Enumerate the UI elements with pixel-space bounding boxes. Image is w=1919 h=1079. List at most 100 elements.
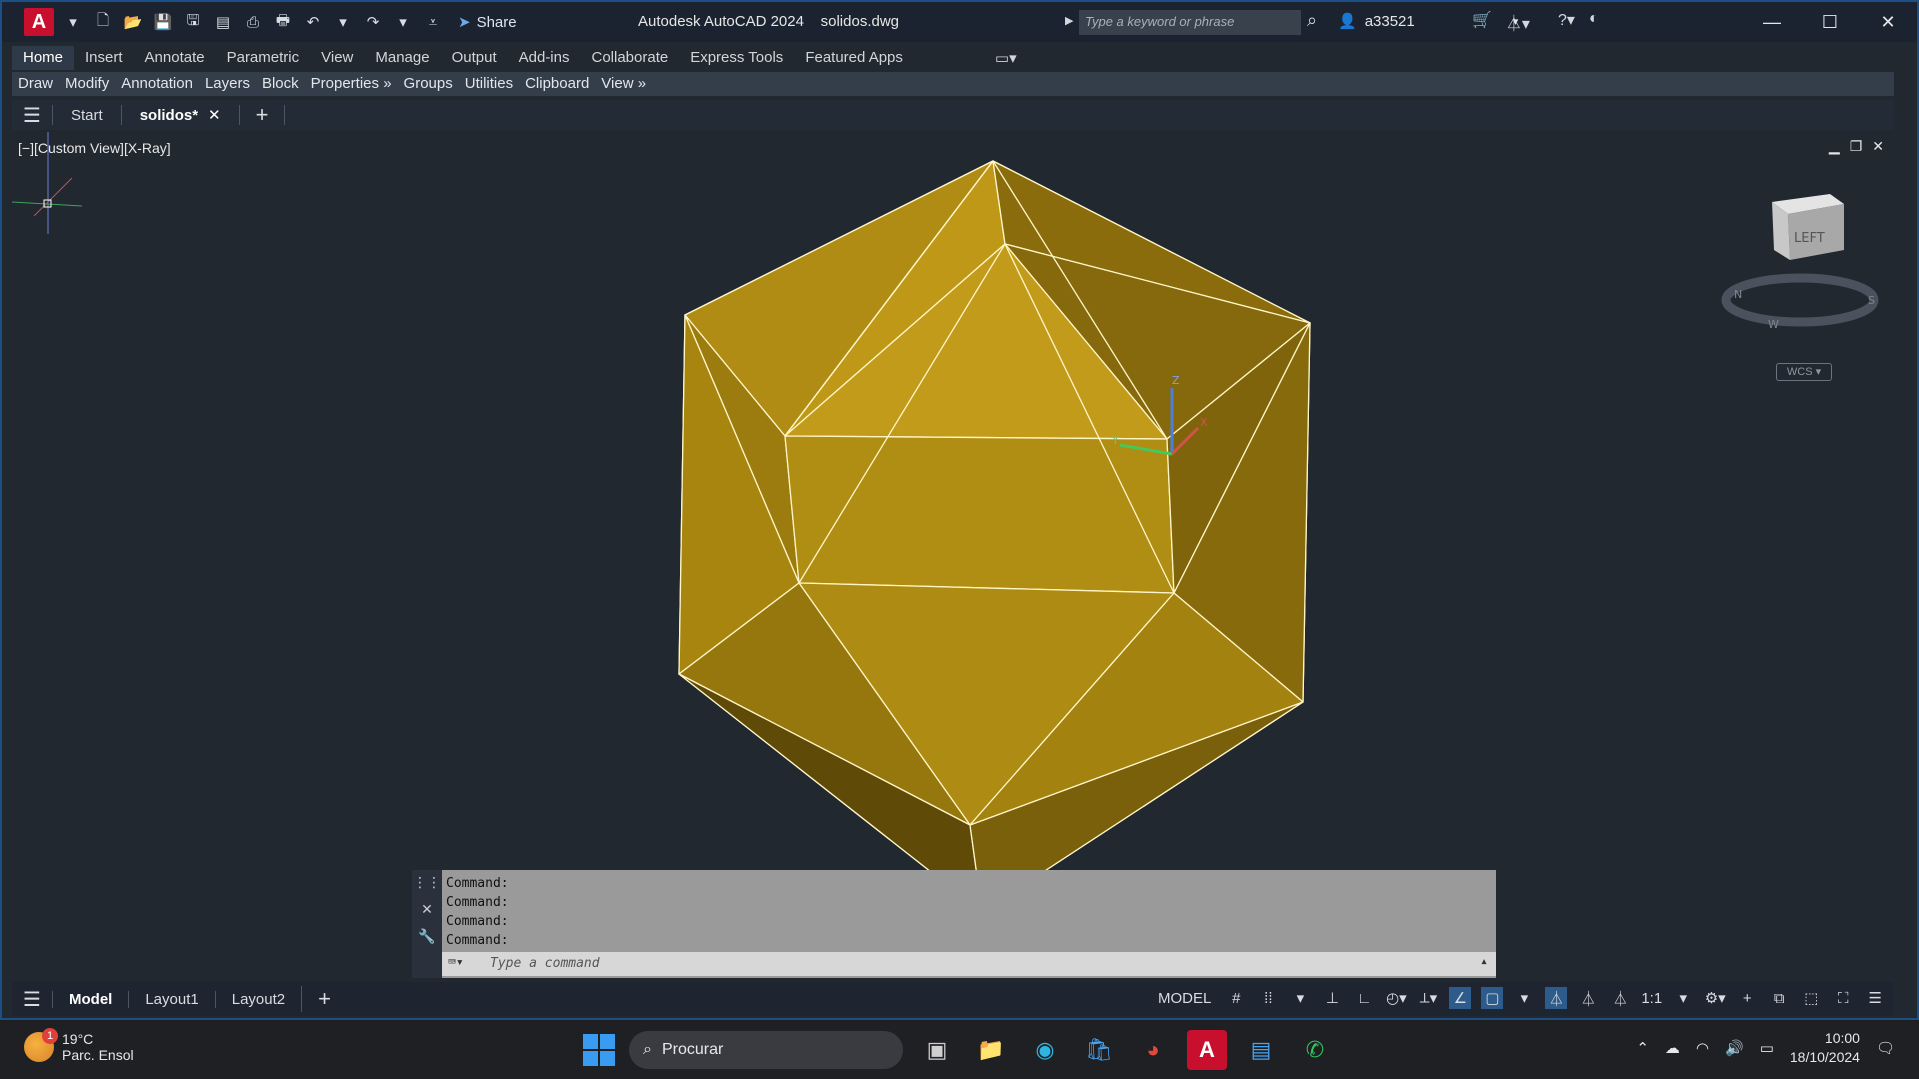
command-prompt-icon[interactable]: ⌨▾ (448, 955, 464, 970)
snap-dropdown-icon[interactable]: ▾ (1289, 987, 1311, 1009)
file-explorer-icon[interactable]: 📁 (971, 1030, 1011, 1070)
panel-modify[interactable]: Modify (59, 72, 115, 96)
command-grip-icon[interactable]: ⋮⋮ (413, 874, 441, 891)
tab-annotate[interactable]: Annotate (134, 46, 216, 70)
panel-annotation[interactable]: Annotation (115, 72, 199, 96)
app-menu-dropdown-icon[interactable]: ▾ (62, 11, 84, 33)
task-view-icon[interactable]: ▣ (917, 1030, 957, 1070)
tab-start[interactable]: Start (52, 105, 121, 125)
drawing-viewport[interactable]: [−][Custom View][X-Ray] ▁ ❐ ✕ Z Y X LEFT… (12, 132, 1894, 974)
panel-draw[interactable]: Draw (12, 72, 59, 96)
panel-properties[interactable]: Properties » (305, 72, 398, 96)
tab-solidos[interactable]: solidos* ✕ (120, 105, 239, 125)
panel-view[interactable]: View » (595, 72, 652, 96)
close-icon[interactable]: ✕ (1859, 2, 1917, 42)
ortho-icon[interactable]: ∟ (1353, 987, 1375, 1009)
scale-value[interactable]: 1:1 (1641, 990, 1662, 1007)
hardware-acceleration-icon[interactable]: ⬚ (1800, 987, 1822, 1009)
ribbon-display-toggle-icon[interactable]: ▭▾ (984, 46, 1028, 70)
workspace-gear-icon[interactable]: ⚙▾ (1704, 987, 1726, 1009)
tab-featured-apps[interactable]: Featured Apps (794, 46, 914, 70)
new-tab-icon[interactable]: + (238, 102, 285, 127)
edge-browser-icon[interactable]: ◉ (1025, 1030, 1065, 1070)
redo-icon[interactable]: ↷ (362, 11, 384, 33)
layout-menu-icon[interactable]: ☰ (12, 987, 52, 1012)
help-icon[interactable]: ?▾ (1558, 10, 1575, 34)
panel-block[interactable]: Block (256, 72, 305, 96)
tab-parametric[interactable]: Parametric (216, 46, 311, 70)
open-folder-icon[interactable]: 📂 (122, 11, 144, 33)
annotation-visibility-icon[interactable]: ⏃ (1545, 987, 1568, 1009)
panel-layers[interactable]: Layers (199, 72, 256, 96)
maximize-icon[interactable]: ☐ (1801, 2, 1859, 42)
publish-icon[interactable]: ⎙ (242, 11, 264, 33)
panel-utilities[interactable]: Utilities (459, 72, 519, 96)
customize-qat-icon[interactable]: ⩡ (422, 11, 444, 33)
tab-layout1[interactable]: Layout1 (128, 990, 214, 1008)
object-snap-tracking-icon[interactable]: ∠ (1449, 987, 1472, 1009)
autodesk-app-icon[interactable]: ⏃▾ (1506, 10, 1530, 34)
tab-view[interactable]: View (310, 46, 364, 70)
whatsapp-icon[interactable]: ✆ (1295, 1030, 1335, 1070)
auto-scale-icon[interactable]: ⏃ (1577, 987, 1599, 1009)
fullscreen-icon[interactable]: ⛶ (1832, 987, 1854, 1009)
clock[interactable]: 10:00 18/10/2024 (1790, 1029, 1860, 1067)
tab-model[interactable]: Model (52, 990, 128, 1008)
model-space-toggle[interactable]: MODEL (1154, 988, 1215, 1009)
tray-overflow-icon[interactable]: ⌃ (1636, 1039, 1649, 1057)
command-close-icon[interactable]: ✕ (421, 901, 433, 918)
tab-collaborate[interactable]: Collaborate (580, 46, 679, 70)
search-input[interactable]: Type a keyword or phrase (1079, 10, 1301, 35)
volume-icon[interactable]: 🔊 (1725, 1039, 1744, 1057)
autocad-taskbar-icon[interactable]: A (1187, 1030, 1227, 1070)
snap-icon[interactable]: ⁞⁞ (1257, 987, 1279, 1009)
file-tabs-menu-icon[interactable]: ☰ (12, 103, 52, 128)
redo-dropdown-icon[interactable]: ▾ (392, 11, 414, 33)
wcs-menu[interactable]: WCS ▾ (1776, 363, 1832, 381)
share-button[interactable]: ➤ Share (458, 13, 517, 32)
wifi-icon[interactable]: ◠ (1696, 1039, 1709, 1057)
minimize-icon[interactable]: — (1743, 2, 1801, 42)
windows-start-icon[interactable] (583, 1034, 615, 1066)
save-as-icon[interactable]: 🖫 (182, 11, 204, 33)
polar-tracking-icon[interactable]: ◴▾ (1385, 987, 1407, 1009)
object-snap-icon[interactable]: ▢ (1481, 987, 1504, 1009)
command-input[interactable]: ⌨▾ Type a command ▴ (442, 952, 1496, 976)
panel-groups[interactable]: Groups (398, 72, 459, 96)
annotation-monitor-icon[interactable]: + (1736, 987, 1758, 1009)
command-customize-icon[interactable]: 🔧 (418, 928, 435, 945)
notifications-icon[interactable]: 🗨 (1876, 1039, 1895, 1057)
undo-dropdown-icon[interactable]: ▾ (332, 11, 354, 33)
taskbar-search[interactable]: ⌕ Procurar (629, 1031, 903, 1069)
weather-widget[interactable]: 1 19°C Parc. Ensol (24, 1028, 134, 1063)
viewcube[interactable]: LEFT N W S (1721, 194, 1879, 331)
annotation-scale-icon[interactable]: ⏃ (1609, 987, 1631, 1009)
command-history-arrow-icon[interactable]: ▴ (1480, 954, 1488, 969)
search-icon[interactable]: ⌕ (1307, 10, 1331, 34)
notepad-icon[interactable]: ▤ (1241, 1030, 1281, 1070)
tab-manage[interactable]: Manage (364, 46, 440, 70)
open-web-icon[interactable]: ▤ (212, 11, 234, 33)
add-layout-icon[interactable]: + (301, 986, 347, 1012)
icosahedron-solid[interactable] (678, 160, 1311, 913)
isodraft-icon[interactable]: ⟂▾ (1417, 987, 1439, 1009)
undo-icon[interactable]: ↶ (302, 11, 324, 33)
battery-icon[interactable]: ▭ (1760, 1039, 1774, 1057)
panel-clipboard[interactable]: Clipboard (519, 72, 595, 96)
search-expand-icon[interactable]: ▶ (1065, 14, 1073, 27)
plot-icon[interactable]: 🖶 (272, 11, 294, 33)
tab-add-ins[interactable]: Add-ins (508, 46, 581, 70)
object-snap-dropdown-icon[interactable]: ▾ (1513, 987, 1535, 1009)
chrome-icon[interactable]: ◕ (1133, 1030, 1173, 1070)
tab-express-tools[interactable]: Express Tools (679, 46, 794, 70)
tab-output[interactable]: Output (441, 46, 508, 70)
tab-insert[interactable]: Insert (74, 46, 134, 70)
cart-icon[interactable]: 🛒 (1472, 10, 1492, 34)
save-icon[interactable]: 💾 (152, 11, 174, 33)
infer-constraints-icon[interactable]: ⊥ (1321, 987, 1343, 1009)
isolate-objects-icon[interactable]: ⧉ (1768, 987, 1790, 1009)
autocad-logo-icon[interactable]: A (24, 8, 54, 36)
close-tab-icon[interactable]: ✕ (208, 106, 221, 124)
microsoft-store-icon[interactable]: 🛍 (1079, 1030, 1119, 1070)
onedrive-icon[interactable]: ☁ (1665, 1039, 1680, 1057)
